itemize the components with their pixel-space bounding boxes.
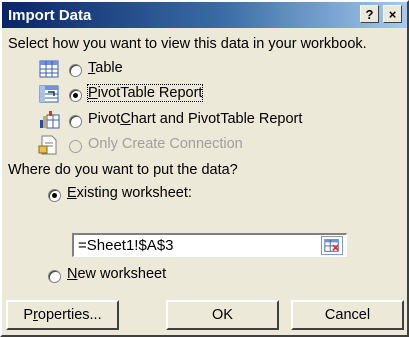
- cancel-button[interactable]: Cancel: [291, 300, 404, 330]
- pivottable-option-label[interactable]: PivotTable Report: [86, 84, 204, 102]
- title-bar[interactable]: Import Data ? ×: [2, 2, 407, 28]
- pivotchart-radio[interactable]: [69, 115, 82, 128]
- location-prompt-label: Where do you want to put the data?: [8, 162, 238, 178]
- existing-worksheet-radio[interactable]: [48, 189, 61, 202]
- pivottable-radio[interactable]: [69, 89, 82, 102]
- range-reference-input[interactable]: =Sheet1!$A$3: [72, 233, 347, 257]
- table-icon: [39, 60, 59, 78]
- properties-button[interactable]: Properties...: [6, 300, 119, 330]
- help-button[interactable]: ?: [360, 5, 379, 23]
- pivotchart-option-label[interactable]: PivotChart and PivotTable Report: [88, 111, 302, 127]
- new-worksheet-radio[interactable]: [48, 270, 61, 283]
- range-reference-value: =Sheet1!$A$3: [78, 237, 174, 254]
- collapse-dialog-icon[interactable]: [321, 236, 343, 255]
- connection-option-label[interactable]: Only Create Connection: [88, 136, 243, 152]
- connection-icon: [38, 135, 57, 155]
- view-prompt-label: Select how you want to view this data in…: [8, 36, 367, 52]
- dialog-title: Import Data: [8, 7, 92, 24]
- pivotchart-icon: [40, 111, 60, 129]
- table-option-label[interactable]: Table: [88, 60, 123, 76]
- new-worksheet-label[interactable]: New worksheet: [67, 266, 166, 282]
- existing-worksheet-label[interactable]: Existing worksheet:: [67, 185, 192, 201]
- pivottable-icon: [39, 85, 59, 103]
- connection-radio[interactable]: [69, 140, 82, 153]
- close-button[interactable]: ×: [383, 5, 402, 23]
- import-data-dialog: Import Data ? × Select how you want to v…: [0, 0, 409, 337]
- table-radio[interactable]: [69, 64, 82, 77]
- ok-button[interactable]: OK: [166, 300, 279, 330]
